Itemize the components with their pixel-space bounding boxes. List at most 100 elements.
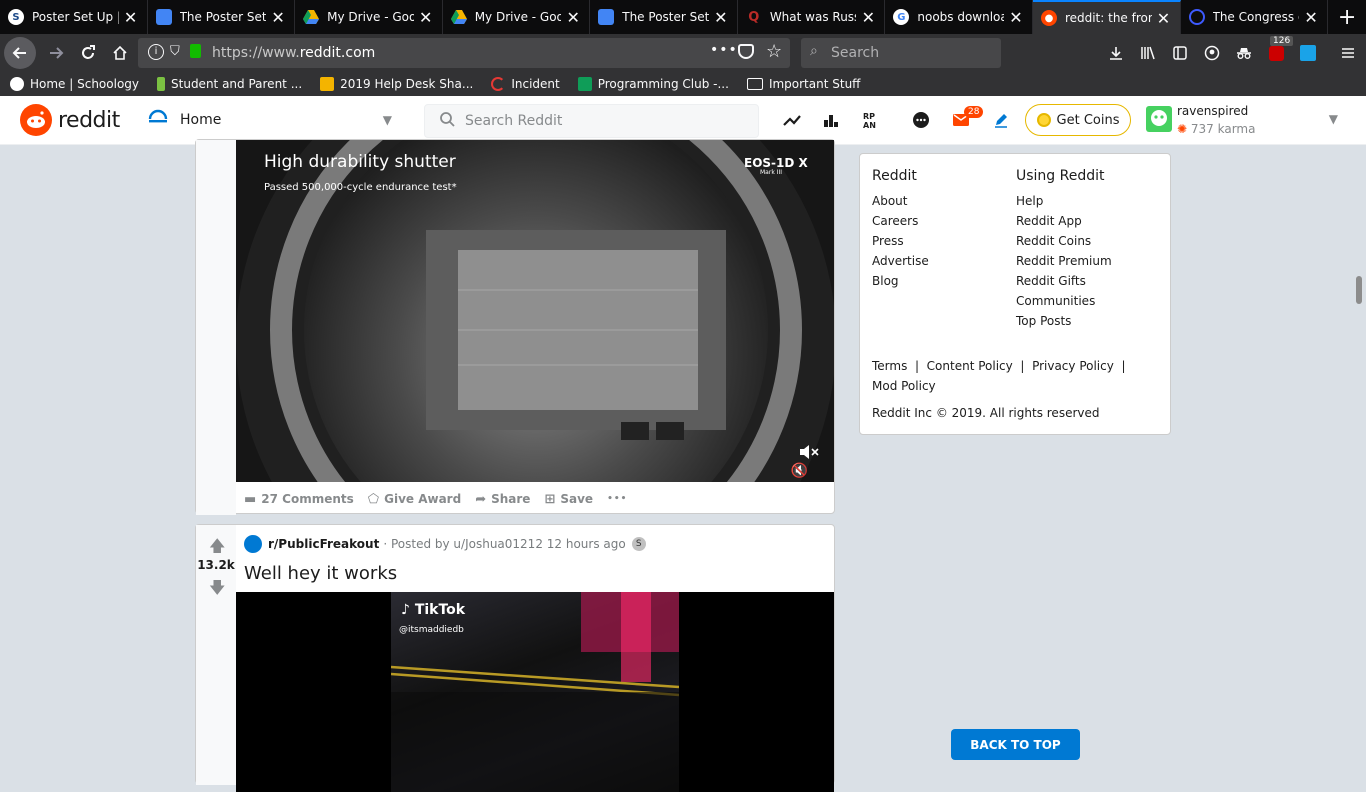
- chat-icon[interactable]: [909, 108, 933, 132]
- footer-link-about[interactable]: About: [872, 194, 929, 214]
- close-icon[interactable]: ✕: [418, 8, 434, 27]
- comment-icon: ▬: [244, 491, 257, 507]
- footer-link-reddit-coins[interactable]: Reddit Coins: [1016, 234, 1112, 254]
- menu-button[interactable]: [1332, 37, 1364, 69]
- footer-link-communities[interactable]: Communities: [1016, 294, 1112, 314]
- mute-icon: [800, 445, 819, 459]
- subreddit-link[interactable]: r/PublicFreakout: [268, 537, 379, 551]
- forward-button[interactable]: [40, 37, 72, 69]
- browser-tab[interactable]: My Drive - Googl ✕: [295, 0, 443, 34]
- posted-by[interactable]: · Posted by u/Joshua01212 12 hours ago: [383, 537, 625, 551]
- stats-icon[interactable]: [819, 108, 843, 132]
- footer-link-terms[interactable]: Terms: [872, 359, 907, 373]
- bookmark-item[interactable]: Incident: [491, 77, 560, 91]
- share-button[interactable]: ➦ Share: [475, 492, 530, 507]
- award-icon: ⬠: [367, 491, 380, 507]
- bookmark-item[interactable]: Home | Schoology: [10, 77, 139, 91]
- footer-link-careers[interactable]: Careers: [872, 214, 929, 234]
- legal-links: Terms | Content Policy | Privacy Policy …: [872, 356, 1162, 396]
- reddit-logo[interactable]: reddit: [20, 104, 120, 136]
- new-tab-button[interactable]: +: [1328, 0, 1366, 34]
- browser-tab[interactable]: The Poster Set U ✕: [590, 0, 738, 34]
- downloads-button[interactable]: [1100, 37, 1132, 69]
- close-icon[interactable]: ✕: [270, 8, 286, 27]
- trending-icon[interactable]: [780, 108, 804, 132]
- user-menu[interactable]: ravenspired ✺ 737 karma ▼: [1146, 104, 1346, 138]
- get-coins-button[interactable]: Get Coins: [1025, 104, 1131, 136]
- incognito-extension-button[interactable]: [1228, 37, 1260, 69]
- info-icon[interactable]: i: [148, 44, 164, 60]
- footer-link-top-posts[interactable]: Top Posts: [1016, 314, 1112, 334]
- footer-link-reddit-premium[interactable]: Reddit Premium: [1016, 254, 1112, 274]
- footer-link-blog[interactable]: Blog: [872, 274, 929, 294]
- close-icon[interactable]: ✕: [1303, 8, 1319, 27]
- google-icon: G: [893, 9, 910, 25]
- browser-tab[interactable]: S Poster Set Up | S ✕: [0, 0, 148, 34]
- footer-link-content-policy[interactable]: Content Policy: [927, 359, 1013, 373]
- page-scrollbar[interactable]: [1356, 276, 1362, 304]
- downvote-button[interactable]: 🡇: [209, 577, 225, 604]
- close-icon[interactable]: ✕: [713, 8, 729, 27]
- more-options-button[interactable]: •••: [607, 494, 627, 504]
- hamburger-icon: [1342, 48, 1354, 58]
- footer-link-press[interactable]: Press: [872, 234, 929, 254]
- account-button[interactable]: [1196, 37, 1228, 69]
- browser-tab[interactable]: My Drive - Googl ✕: [443, 0, 591, 34]
- username: ravenspired: [1177, 104, 1249, 118]
- library-icon: [1141, 46, 1155, 60]
- browser-nav-bar: i ⛉ https://www.reddit.com ••• ☆ ⌕ Searc…: [0, 34, 1366, 72]
- reload-button[interactable]: [72, 37, 104, 69]
- mute-button[interactable]: [798, 443, 820, 461]
- bookmark-item[interactable]: Student and Parent ...: [157, 77, 302, 91]
- post-card[interactable]: 🡅 13.2k 🡇 r/PublicFreakout · Posted by u…: [195, 524, 835, 792]
- bookmark-item[interactable]: 2019 Help Desk Sha...: [320, 77, 473, 91]
- pocket-icon[interactable]: [738, 44, 754, 59]
- rpan-icon[interactable]: RP AN: [860, 108, 884, 132]
- post-title[interactable]: Well hey it works: [244, 563, 397, 584]
- comments-button[interactable]: ▬ 27 Comments: [244, 492, 354, 507]
- reddit-search-input[interactable]: Search Reddit: [424, 104, 759, 138]
- url-bar[interactable]: i ⛉ https://www.reddit.com ••• ☆: [138, 38, 790, 68]
- bookmark-label: Programming Club -...: [597, 77, 729, 91]
- adblock-extension-button[interactable]: 126: [1260, 36, 1294, 69]
- star-icon[interactable]: ☆: [766, 41, 782, 62]
- subreddit-icon[interactable]: [244, 535, 262, 553]
- footer-link-help[interactable]: Help: [1016, 194, 1112, 214]
- back-to-top-button[interactable]: BACK TO TOP: [951, 729, 1080, 760]
- url-text[interactable]: https://www.reddit.com: [212, 45, 375, 61]
- browser-tab[interactable]: The Congress of ✕: [1181, 0, 1329, 34]
- bookmark-item[interactable]: Programming Club -...: [577, 77, 729, 91]
- mail-badge: 28: [964, 106, 984, 118]
- footer-link-advertise[interactable]: Advertise: [872, 254, 929, 274]
- home-button[interactable]: [104, 37, 136, 69]
- page-actions-icon[interactable]: •••: [710, 42, 738, 58]
- back-button[interactable]: [4, 37, 36, 69]
- close-icon[interactable]: ✕: [123, 8, 139, 27]
- footer-link-reddit-gifts[interactable]: Reddit Gifts: [1016, 274, 1112, 294]
- home-dropdown[interactable]: Home ▼: [148, 104, 396, 136]
- footer-link-mod-policy[interactable]: Mod Policy: [872, 379, 936, 393]
- extension-button[interactable]: [1292, 37, 1324, 69]
- browser-tab[interactable]: Q What was Russia ✕: [738, 0, 886, 34]
- shield-icon[interactable]: ⛉: [170, 44, 180, 59]
- library-button[interactable]: [1132, 37, 1164, 69]
- bookmark-folder[interactable]: Important Stuff: [746, 77, 860, 91]
- footer-link-reddit-app[interactable]: Reddit App: [1016, 214, 1112, 234]
- post-video[interactable]: 🔇 High durability shutter Passed 500,000…: [236, 140, 834, 482]
- browser-tab[interactable]: The Poster Set U ✕: [148, 0, 296, 34]
- browser-tab[interactable]: G noobs download ✕: [885, 0, 1033, 34]
- sidebar-button[interactable]: [1164, 37, 1196, 69]
- pencil-icon[interactable]: [989, 108, 1013, 132]
- save-button[interactable]: ⊞ Save: [544, 492, 593, 507]
- close-icon[interactable]: ✕: [565, 8, 581, 27]
- close-icon[interactable]: ✕: [860, 8, 876, 27]
- browser-tab-active[interactable]: ● reddit: the front p ✕: [1032, 0, 1181, 34]
- footer-link-privacy-policy[interactable]: Privacy Policy: [1032, 359, 1114, 373]
- close-icon[interactable]: ✕: [1008, 8, 1024, 27]
- give-award-button[interactable]: ⬠ Give Award: [368, 492, 461, 507]
- browser-search-bar[interactable]: ⌕ Search: [801, 38, 1001, 68]
- post-video[interactable]: ♪ TikTok @itsmaddiedb: [236, 592, 834, 792]
- post-card[interactable]: 🔇 High durability shutter Passed 500,000…: [195, 139, 835, 515]
- close-icon[interactable]: ✕: [1156, 9, 1172, 28]
- globe-icon: [1188, 9, 1205, 25]
